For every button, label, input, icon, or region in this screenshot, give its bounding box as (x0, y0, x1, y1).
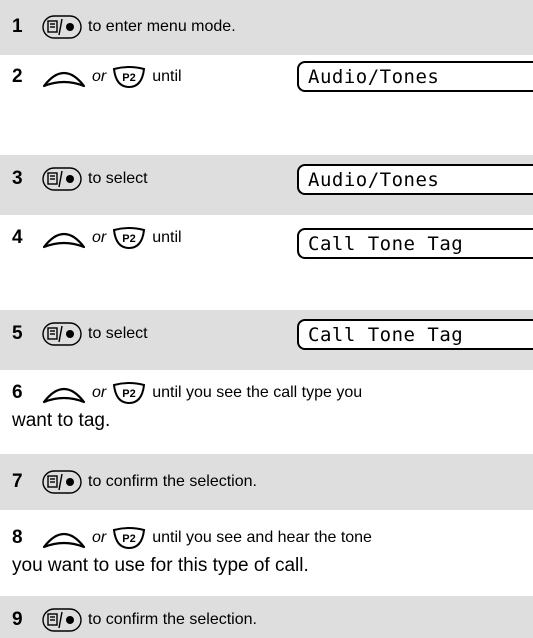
step-number: 6 (12, 382, 23, 403)
menu-select-key-icon (42, 14, 82, 40)
p2-button-icon: P2 (112, 226, 146, 250)
display-screen: Audio/Tones (297, 164, 533, 195)
svg-text:P2: P2 (123, 72, 136, 84)
svg-text:P2: P2 (123, 233, 136, 245)
step-number: 1 (12, 16, 23, 37)
up-arrow-key-icon (42, 527, 86, 549)
step-number: 4 (12, 227, 23, 248)
step-text: until you see the call type you (152, 384, 363, 401)
display-screen: Call Tone Tag (297, 228, 533, 259)
up-arrow-key-icon (42, 382, 86, 404)
menu-select-key-icon (42, 321, 82, 347)
step-text: until you see and hear the tone (152, 529, 372, 546)
step-number: 7 (12, 471, 23, 492)
step-text: to enter menu mode. (88, 18, 236, 35)
step-number: 8 (12, 527, 23, 548)
display-screen: Audio/Tones (297, 61, 533, 92)
svg-text:P2: P2 (123, 533, 136, 545)
up-arrow-key-icon (42, 227, 86, 249)
step-text: until (152, 229, 182, 246)
or-text: or (92, 68, 107, 85)
step-text: to confirm the selection. (88, 473, 257, 490)
step-text: to confirm the selection. (88, 611, 257, 628)
step-text-continued: want to tag. (12, 410, 111, 431)
menu-select-key-icon (42, 166, 82, 192)
p2-button-icon: P2 (112, 65, 146, 89)
step-text: to select (88, 170, 148, 187)
svg-text:P2: P2 (123, 388, 136, 400)
step-text: until (152, 68, 182, 85)
step-number: 2 (12, 66, 23, 87)
menu-select-key-icon (42, 607, 82, 633)
or-text: or (92, 229, 107, 246)
step-number: 3 (12, 168, 23, 189)
step-number: 9 (12, 609, 23, 630)
or-text: or (92, 384, 107, 401)
step-number: 5 (12, 323, 23, 344)
or-text: or (92, 529, 107, 546)
up-arrow-key-icon (42, 66, 86, 88)
step-text-continued: you want to use for this type of call. (12, 555, 309, 576)
display-screen: Call Tone Tag (297, 319, 533, 350)
p2-button-icon: P2 (112, 526, 146, 550)
menu-select-key-icon (42, 469, 82, 495)
p2-button-icon: P2 (112, 381, 146, 405)
step-text: to select (88, 325, 148, 342)
